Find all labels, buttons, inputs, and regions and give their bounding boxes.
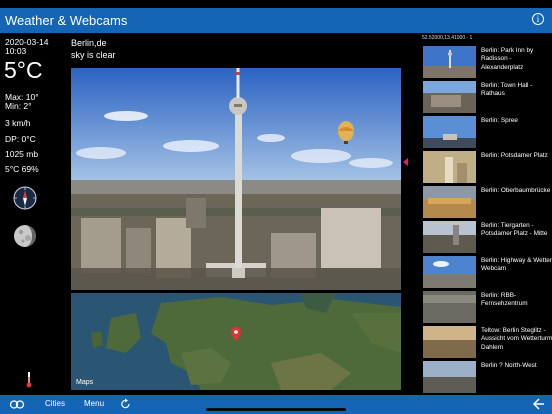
info-icon[interactable]: i	[532, 13, 544, 25]
wind-speed: 3 km/h	[5, 118, 31, 128]
location-city: Berlin,de	[71, 38, 107, 48]
webcam-thumbnail	[423, 46, 476, 78]
pressure: 1025 mb	[5, 149, 39, 159]
home-indicator	[206, 408, 346, 411]
webcam-label: Teltow: Berlin Steglitz - Aussicht vom W…	[481, 327, 552, 351]
moon-phase-icon	[14, 225, 36, 247]
webcam-label: Berlin: RBB-Fernsehzentrum	[481, 292, 528, 308]
webcam-thumbnail	[423, 151, 476, 183]
humidity: 5°C 69%	[5, 164, 39, 174]
cities-button[interactable]: Cities	[45, 399, 65, 408]
webcam-thumbnail	[423, 326, 476, 358]
webcam-item[interactable]: Berlin: Park Inn by Radisson - Alexander…	[423, 46, 552, 80]
webcam-thumbnail	[423, 81, 476, 113]
webcam-label: Berlin: Potsdamer Platz	[481, 152, 548, 159]
bottom-toolbar: Cities Menu	[0, 395, 552, 414]
webcam-thumbnail	[423, 116, 476, 148]
webcam-thumbnail	[423, 186, 476, 218]
webcam-item[interactable]: Berlin: Town Hall - Rathaus	[423, 81, 552, 115]
menu-button[interactable]: Menu	[84, 399, 104, 408]
webcam-label: Berlin: Spree	[481, 117, 518, 124]
webcam-label: Berlin ? North-West	[481, 362, 537, 369]
wind-compass-icon	[13, 186, 37, 210]
webcam-item[interactable]: Berlin: Spree	[423, 116, 552, 150]
webcam-thumbnail	[423, 221, 476, 253]
webcam-item[interactable]: Berlin: Tiergarten - Potsdamer Platz - M…	[423, 221, 552, 255]
min-temperature: Min: 2°	[5, 101, 32, 111]
weather-time: 10:03	[5, 46, 27, 56]
webcam-label: Berlin: Oberbaumbrücke	[481, 187, 551, 194]
webcam-item[interactable]: Berlin: Highway & Wetter Webcam	[423, 256, 552, 290]
webcam-label: Berlin: Tiergarten - Potsdamer Platz - M…	[481, 222, 548, 238]
status-bar	[0, 0, 552, 8]
thermometer-icon	[26, 372, 32, 388]
webcam-label: Berlin: Highway & Wetter Webcam	[481, 257, 552, 273]
location-map[interactable]: Maps	[71, 293, 401, 390]
maps-logo: Maps	[76, 379, 94, 386]
webcam-label: Berlin: Park Inn by Radisson - Alexander…	[481, 47, 534, 71]
dew-point: DP: 0°C	[5, 134, 36, 144]
back-arrow-icon[interactable]	[531, 398, 545, 410]
settings-icon[interactable]	[9, 398, 25, 411]
webcam-thumbnail	[423, 291, 476, 323]
webcam-item[interactable]: Berlin: Oberbaumbrücke	[423, 186, 552, 220]
webcam-thumbnail	[423, 361, 476, 393]
webcam-item[interactable]: Berlin ? North-West	[423, 361, 552, 395]
location-info: Berlin,de sky is clear	[71, 37, 116, 61]
webcam-item[interactable]: Teltow: Berlin Steglitz - Aussicht vom W…	[423, 326, 552, 360]
location-pin-icon	[231, 327, 241, 341]
selected-marker	[403, 158, 408, 166]
location-coordinates: 52.52000,13.41000 - 1	[422, 35, 473, 41]
webcam-image[interactable]	[71, 68, 401, 290]
app-header: Weather & Webcams i	[0, 8, 552, 33]
webcam-item[interactable]: Berlin: RBB-Fernsehzentrum	[423, 291, 552, 325]
sky-condition: sky is clear	[71, 50, 116, 60]
webcam-thumbnail	[423, 256, 476, 288]
app-title: Weather & Webcams	[5, 13, 128, 28]
refresh-icon[interactable]	[120, 398, 131, 410]
webcam-label: Berlin: Town Hall - Rathaus	[481, 82, 533, 98]
current-temperature: 5°C	[4, 57, 43, 83]
webcam-item[interactable]: Berlin: Potsdamer Platz	[423, 151, 552, 185]
webcam-list[interactable]: Berlin: Park Inn by Radisson - Alexander…	[421, 45, 552, 397]
